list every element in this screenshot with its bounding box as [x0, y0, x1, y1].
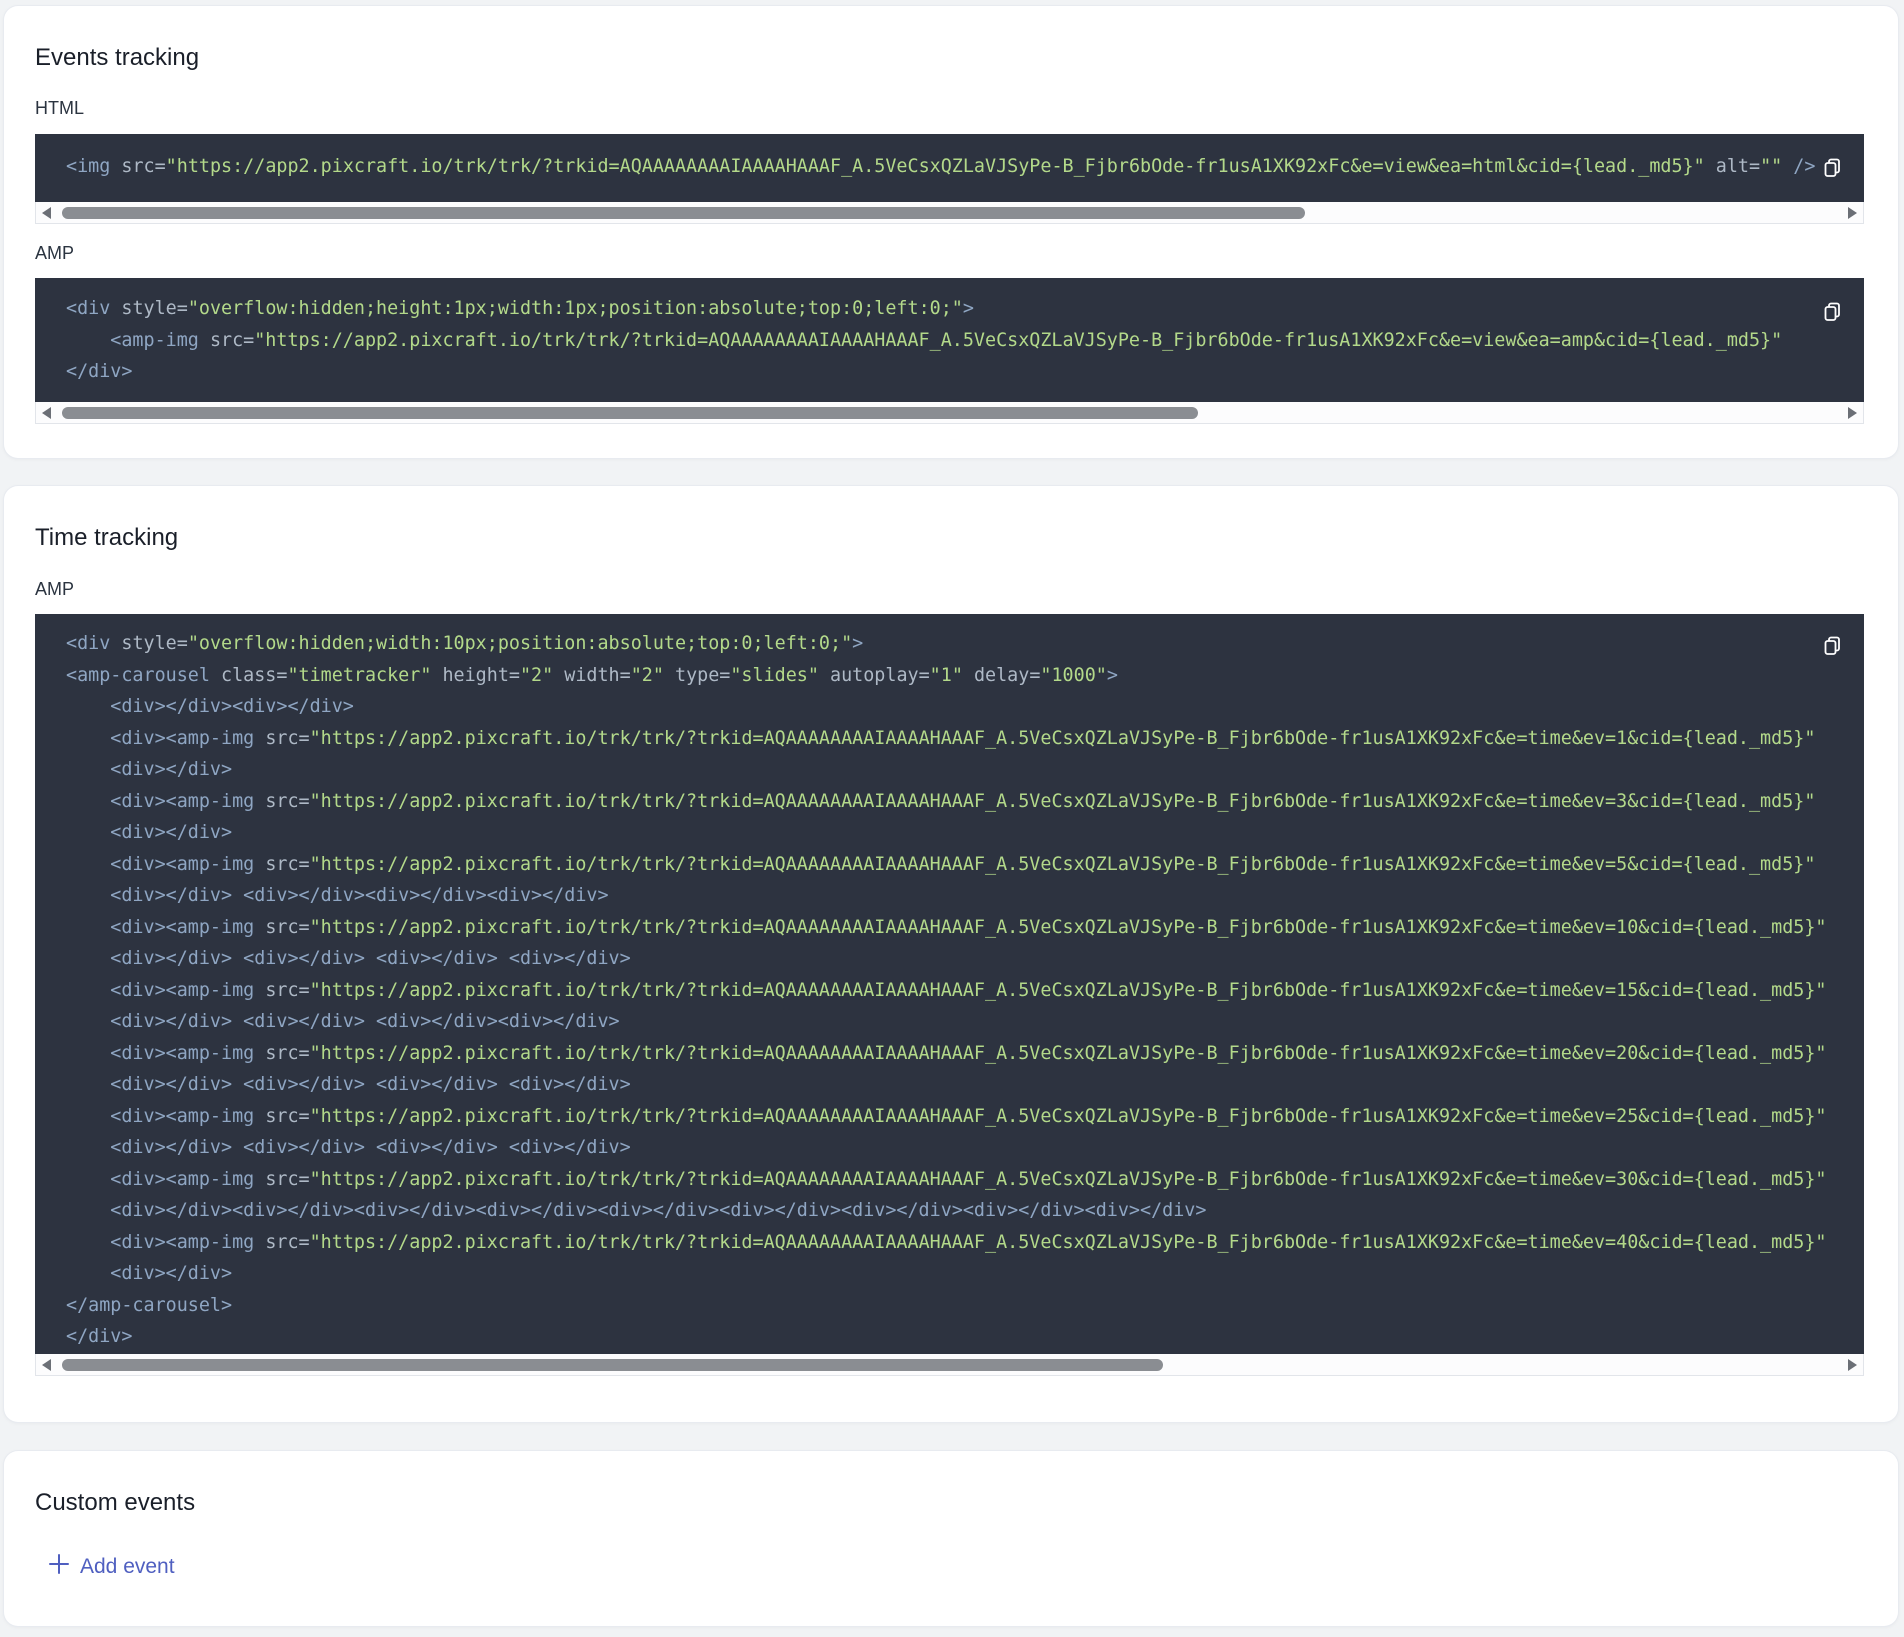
scroll-right-arrow[interactable] [1848, 1359, 1857, 1371]
custom-events-title: Custom events [35, 1489, 196, 1516]
scroll-right-arrow[interactable] [1848, 207, 1857, 219]
amp-code-scrollbar[interactable] [35, 402, 1864, 424]
amp-code[interactable]: <div style="overflow:hidden;height:1px;w… [66, 293, 1782, 388]
time-tracking-card: Time tracking AMP <div style="overflow:h… [4, 486, 1898, 1422]
scrollbar-thumb[interactable] [62, 207, 1305, 219]
events-tracking-card: Events tracking HTML <img src="https://a… [4, 6, 1898, 458]
copy-icon[interactable] [1824, 636, 1842, 656]
scroll-right-arrow[interactable] [1848, 407, 1857, 419]
custom-events-card: Custom events [4, 1451, 1898, 1626]
amp-snippet-label: AMP [35, 579, 75, 599]
html-code-scrollbar[interactable] [35, 202, 1864, 224]
copy-icon[interactable] [1824, 158, 1842, 178]
time-amp-code-block[interactable]: <div style="overflow:hidden;width:10px;p… [35, 614, 1864, 1354]
time-amp-code-scrollbar[interactable] [35, 1354, 1864, 1376]
scrollbar-thumb[interactable] [62, 1359, 1163, 1371]
events-tracking-title: Events tracking [35, 44, 200, 71]
add-event-label: Add event [80, 1555, 175, 1578]
html-code-block[interactable]: <img src="https://app2.pixcraft.io/trk/t… [35, 134, 1864, 202]
time-tracking-title: Time tracking [35, 524, 179, 551]
add-event-button[interactable]: Add event [48, 1553, 175, 1581]
plus-icon [48, 1553, 70, 1581]
scroll-left-arrow[interactable] [42, 207, 51, 219]
amp-snippet-label: AMP [35, 243, 75, 263]
scroll-left-arrow[interactable] [42, 407, 51, 419]
scroll-left-arrow[interactable] [42, 1359, 51, 1371]
amp-code-block[interactable]: <div style="overflow:hidden;height:1px;w… [35, 278, 1864, 402]
time-amp-code[interactable]: <div style="overflow:hidden;width:10px;p… [66, 628, 1827, 1353]
html-snippet-label: HTML [35, 98, 84, 118]
copy-icon[interactable] [1824, 302, 1842, 322]
html-code[interactable]: <img src="https://app2.pixcraft.io/trk/t… [66, 151, 1815, 183]
scrollbar-thumb[interactable] [62, 407, 1198, 419]
